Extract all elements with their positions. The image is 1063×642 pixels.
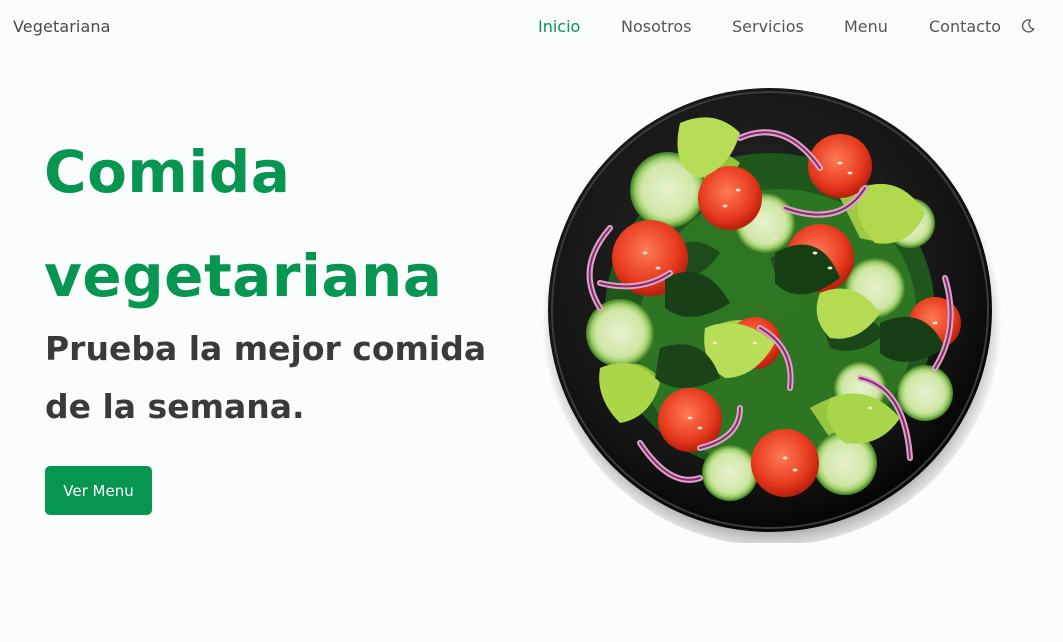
nav-link-inicio[interactable]: Inicio: [538, 17, 580, 36]
site-header: Vegetariana Inicio Nosotros Servicios Me…: [0, 0, 1063, 56]
nav-link-servicios[interactable]: Servicios: [732, 17, 804, 36]
main-nav: Inicio Nosotros Servicios Menu Contacto: [0, 17, 1063, 39]
landing-page: Vegetariana Inicio Nosotros Servicios Me…: [0, 0, 1063, 642]
hero-title-line-1: Comida: [44, 138, 291, 206]
nav-link-nosotros[interactable]: Nosotros: [621, 17, 692, 36]
nav-link-contacto[interactable]: Contacto: [929, 17, 1001, 36]
hero-title-line-2: vegetariana: [44, 242, 443, 310]
hero-title: Comida vegetariana: [44, 120, 442, 328]
nav-link-menu[interactable]: Menu: [844, 17, 888, 36]
salad-bowl-image: [540, 78, 1005, 546]
hero-subtitle-line-2: de la semana.: [45, 387, 305, 426]
hero-subtitle-line-1: Prueba la mejor comida: [45, 329, 487, 368]
hero-subtitle: Prueba la mejor comida de la semana.: [45, 320, 515, 436]
ver-menu-button[interactable]: Ver Menu: [45, 466, 152, 515]
moon-icon[interactable]: [1020, 18, 1036, 34]
